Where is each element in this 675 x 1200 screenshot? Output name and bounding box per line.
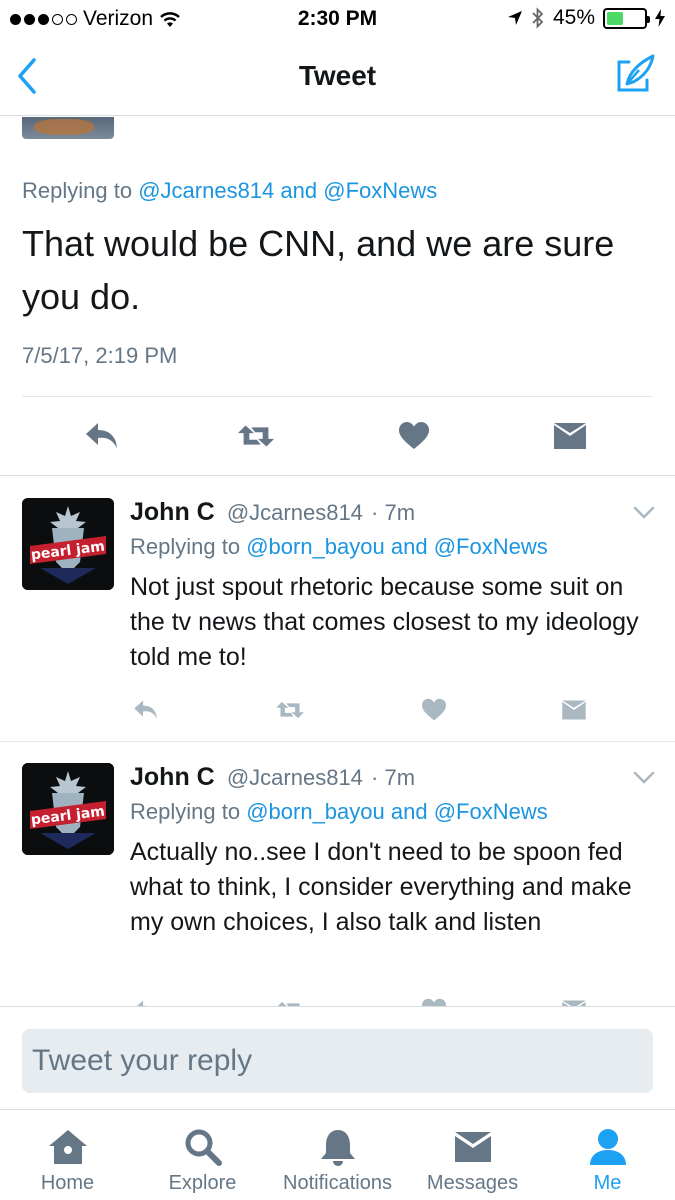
- author-handle[interactable]: @Jcarnes814: [227, 765, 363, 790]
- envelope-icon: [554, 423, 586, 449]
- divider: [0, 741, 675, 742]
- home-icon: [46, 1127, 90, 1167]
- tab-bar: Home Explore Notifications Messages Me: [0, 1111, 675, 1200]
- avatar[interactable]: pearl jam: [22, 763, 114, 855]
- more-options-button[interactable]: [633, 506, 655, 520]
- tab-label: Explore: [168, 1172, 237, 1194]
- tweet-action-bar: [0, 416, 675, 456]
- and-label: and: [390, 534, 428, 559]
- divider: [22, 396, 653, 397]
- reply-icon: [134, 700, 157, 719]
- chevron-down-icon: [633, 506, 655, 519]
- tab-label: Notifications: [283, 1172, 392, 1194]
- tab-label: Messages: [426, 1172, 519, 1194]
- tweet-text: That would be CNN, and we are sure you d…: [22, 223, 615, 317]
- reply-button[interactable]: [130, 695, 162, 725]
- replying-to-label: Replying to: [130, 534, 241, 559]
- reply-composer: [0, 1006, 675, 1110]
- compose-tweet-button[interactable]: [615, 52, 657, 94]
- direct-message-button[interactable]: [550, 416, 590, 456]
- tweet-text: Actually no..see I don't need to be spoo…: [130, 838, 632, 936]
- pearl-jam-logo-icon: pearl jam: [22, 763, 114, 855]
- tweet-action-bar: [0, 695, 675, 725]
- replying-to-label: Replying to: [22, 178, 133, 203]
- mention-link[interactable]: @FoxNews: [434, 799, 548, 824]
- tweet-header: John C @Jcarnes814 · 7m: [130, 498, 415, 527]
- tweet-header: John C @Jcarnes814 · 7m: [130, 763, 415, 792]
- compose-tweet-icon: [617, 54, 655, 92]
- tab-label: Me: [593, 1172, 622, 1194]
- author-handle[interactable]: @Jcarnes814: [227, 500, 363, 525]
- replying-to-context: Replying to @born_bayou and @FoxNews: [130, 534, 548, 560]
- mention-link[interactable]: @FoxNews: [434, 534, 548, 559]
- tab-me[interactable]: Me: [540, 1111, 675, 1200]
- mention-link[interactable]: @born_bayou: [246, 534, 385, 559]
- reply-input[interactable]: [22, 1029, 653, 1093]
- mention-link[interactable]: @FoxNews: [323, 178, 437, 203]
- author-name[interactable]: John C: [130, 498, 215, 526]
- pearl-jam-logo-icon: pearl jam: [22, 498, 114, 590]
- bluetooth-icon: [532, 7, 544, 29]
- search-icon: [181, 1127, 225, 1167]
- retweet-icon: [276, 701, 304, 719]
- author-name[interactable]: John C: [130, 763, 215, 791]
- tab-notifications[interactable]: Notifications: [270, 1111, 405, 1200]
- envelope-icon: [562, 700, 586, 720]
- tweet-age: · 7m: [371, 765, 416, 790]
- heart-icon: [422, 698, 446, 721]
- charging-bolt-icon: [655, 9, 665, 27]
- battery-icon: [603, 7, 650, 29]
- tab-explore[interactable]: Explore: [135, 1111, 270, 1200]
- and-label: and: [390, 799, 428, 824]
- location-arrow-icon: [507, 11, 522, 25]
- tab-messages[interactable]: Messages: [405, 1111, 540, 1200]
- battery-level: [607, 11, 624, 25]
- retweet-icon: [237, 425, 275, 447]
- divider: [0, 475, 675, 476]
- like-button[interactable]: [394, 416, 434, 456]
- navigation-bar: Tweet: [0, 38, 675, 116]
- page-title: Tweet: [298, 60, 377, 91]
- like-button[interactable]: [418, 695, 450, 725]
- replying-to-label: Replying to: [130, 799, 241, 824]
- replying-to-context: Replying to @Jcarnes814 and @FoxNews: [22, 178, 437, 204]
- avatar[interactable]: pearl jam: [22, 498, 114, 590]
- chevron-down-icon: [633, 771, 655, 784]
- direct-message-button[interactable]: [558, 695, 590, 725]
- tweet-age: · 7m: [371, 500, 416, 525]
- tweet-detail-screen: Verizon 2:30 PM 45% Tweet Replying to @J…: [0, 0, 675, 1200]
- reply-button[interactable]: [82, 416, 122, 456]
- bell-icon: [316, 1127, 360, 1167]
- more-options-button[interactable]: [633, 771, 655, 785]
- battery-percent: 45%: [552, 6, 595, 29]
- status-icons: 45%: [507, 6, 665, 30]
- retweet-button[interactable]: [274, 695, 306, 725]
- replying-to-context: Replying to @born_bayou and @FoxNews: [130, 799, 548, 825]
- heart-icon: [399, 422, 429, 449]
- mention-link[interactable]: @born_bayou: [246, 799, 385, 824]
- mention-link[interactable]: @Jcarnes814: [138, 178, 274, 203]
- retweet-button[interactable]: [236, 416, 276, 456]
- author-avatar[interactable]: [22, 117, 114, 139]
- tab-label: Home: [40, 1172, 95, 1194]
- tab-home[interactable]: Home: [0, 1111, 135, 1200]
- tweet-text: Not just spout rhetoric because some sui…: [130, 573, 639, 671]
- reply-icon: [86, 423, 117, 448]
- person-icon: [586, 1127, 630, 1167]
- tweet-timestamp[interactable]: 7/5/17, 2:19 PM: [22, 343, 177, 369]
- status-bar: Verizon 2:30 PM 45%: [0, 0, 675, 38]
- and-label: and: [280, 178, 318, 203]
- envelope-icon: [451, 1127, 495, 1167]
